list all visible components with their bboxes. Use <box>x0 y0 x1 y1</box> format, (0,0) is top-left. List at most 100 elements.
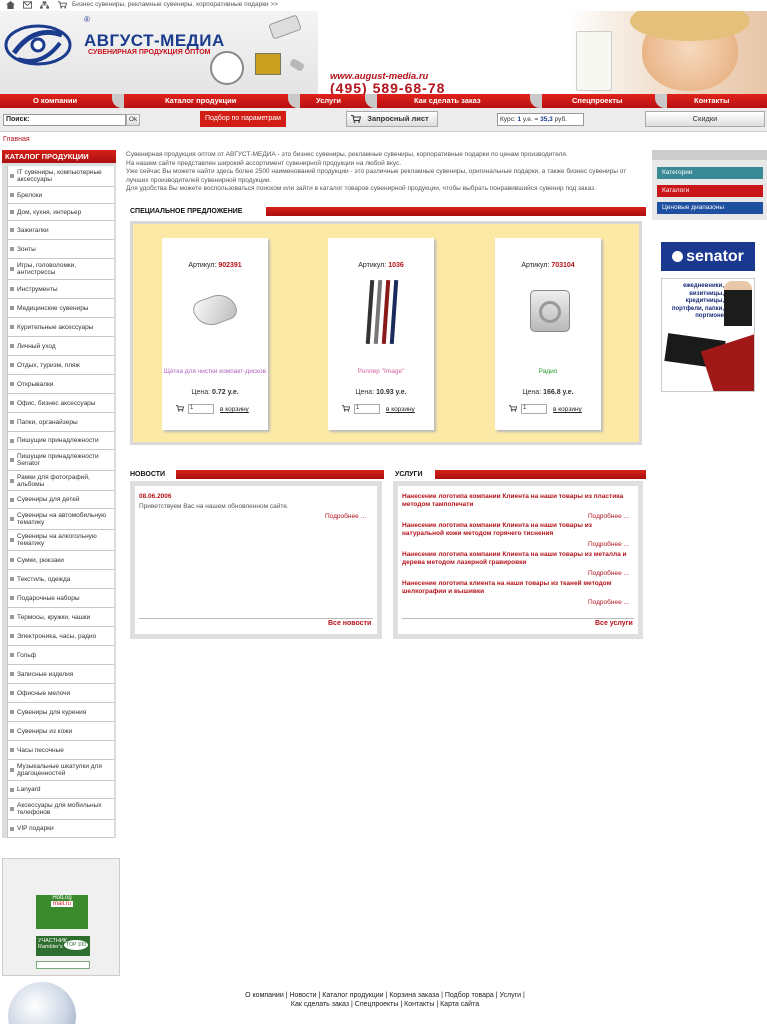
hotlog-counter[interactable]: HotLog mail.ru <box>36 895 88 929</box>
catalog-item[interactable]: Сувениры из кожи <box>7 722 114 741</box>
small-counter[interactable] <box>36 961 90 969</box>
catalog-item[interactable]: Подарочные наборы <box>7 589 114 608</box>
nav-how-to-order[interactable]: Как сделать заказ <box>414 96 481 105</box>
right-link-categories[interactable]: Категории <box>657 167 763 179</box>
rambler-counter[interactable]: УЧАСТНИК Rambler's TOP 100 <box>36 936 90 956</box>
catalog-item[interactable]: Lanyard <box>7 781 114 799</box>
catalog-item[interactable]: Аксессуары для мобильных телефонов <box>7 799 114 820</box>
news-more-link[interactable]: Подробнее ... <box>325 513 366 520</box>
footer-link[interactable]: Новости <box>289 992 316 999</box>
footer-link[interactable]: Корзина заказа <box>389 992 439 999</box>
nav-contacts[interactable]: Контакты <box>694 96 729 105</box>
catalog-item[interactable]: Пишущие принадлежности Senator <box>7 450 114 471</box>
catalog-item[interactable]: Офис, бизнес аксессуары <box>7 394 114 413</box>
product-card[interactable]: Артикул: 902391 Щетка для чистки компакт… <box>162 238 268 430</box>
catalog-item[interactable]: Термосы, кружки, чашки <box>7 608 114 627</box>
quantity-input[interactable]: 1 <box>188 404 214 414</box>
catalog-item[interactable]: VIP подарки <box>7 820 114 838</box>
catalog-item[interactable]: Сумки, рюкзаки <box>7 551 114 570</box>
footer-link[interactable]: Контакты <box>404 1001 434 1008</box>
catalog-item[interactable]: Сувениры на автомобильную тематику <box>7 509 114 530</box>
catalog-item[interactable]: Музыкальные шкатулки для драгоценностей <box>7 760 114 781</box>
footer-link[interactable]: Подбор товара <box>445 992 494 999</box>
product-name[interactable]: Щетка для чистки компакт-дисков <box>162 368 268 375</box>
footer-link[interactable]: О компании <box>245 992 284 999</box>
footer-link[interactable]: Как сделать заказ <box>291 1001 349 1008</box>
sitemap-icon[interactable] <box>40 1 49 9</box>
breadcrumb[interactable]: Главная <box>3 136 30 143</box>
catalog-item[interactable]: Записные изделия <box>7 665 114 684</box>
service-more-link[interactable]: Подробнее ... <box>588 513 629 520</box>
search-input[interactable]: Поиск: <box>3 114 126 126</box>
top-crumb-link[interactable]: Бизнес сувениры, рекламные сувениры, кор… <box>72 1 278 8</box>
mail-icon[interactable] <box>23 1 32 9</box>
bullet-icon <box>10 420 14 424</box>
quantity-input[interactable]: 1 <box>354 404 380 414</box>
catalog-item[interactable]: Часы песочные <box>7 741 114 760</box>
product-name[interactable]: Роллер "Image" <box>328 368 434 375</box>
logo-icon[interactable] <box>4 23 72 67</box>
catalog-item[interactable]: Личный уход <box>7 337 114 356</box>
quantity-input[interactable]: 1 <box>521 404 547 414</box>
catalog-item[interactable]: Медицинские сувениры <box>7 299 114 318</box>
footer-link[interactable]: Каталог продукции <box>322 992 383 999</box>
catalog-item[interactable]: Инструменты <box>7 280 114 299</box>
leather-goods-banner[interactable]: ежедневники, визитницы, кредитницы, порт… <box>661 278 755 392</box>
pens-image[interactable] <box>365 279 399 348</box>
filter-button[interactable]: Подбор по параметрам <box>200 111 286 127</box>
catalog-item[interactable]: Зажигалки <box>7 221 114 240</box>
request-list-button[interactable]: Запросный лист <box>346 111 438 127</box>
catalog-item[interactable]: Пишущие принадлежности <box>7 432 114 450</box>
radio-image[interactable] <box>530 290 570 332</box>
service-more-link[interactable]: Подробнее ... <box>588 541 629 548</box>
catalog-item[interactable]: IT сувениры, компьютерные аксессуары <box>7 166 114 187</box>
service-more-link[interactable]: Подробнее ... <box>588 570 629 577</box>
cd-brush-image[interactable] <box>190 289 240 331</box>
catalog-item[interactable]: Электроника, часы, радио <box>7 627 114 646</box>
catalog-item[interactable]: Рамки для фотографий, альбомы <box>7 471 114 491</box>
nav-services[interactable]: Услуги <box>316 96 341 105</box>
right-link-price-ranges[interactable]: Ценовые диапазоны <box>657 202 763 214</box>
service-item[interactable]: Нанесение логотипа компании Клиента на н… <box>402 493 632 509</box>
add-to-cart-link[interactable]: в корзину <box>220 406 249 413</box>
nav-about[interactable]: О компании <box>33 96 77 105</box>
service-item[interactable]: Нанесение логотипа компании Клиента на н… <box>402 551 632 567</box>
catalog-item[interactable]: Дом, кухня, интерьер <box>7 204 114 221</box>
all-news-link[interactable]: Все новости <box>328 620 371 627</box>
catalog-item[interactable]: Гольф <box>7 646 114 665</box>
service-more-link[interactable]: Подробнее ... <box>588 599 629 606</box>
catalog-item[interactable]: Курительные аксессуары <box>7 318 114 337</box>
senator-banner[interactable]: senator <box>661 242 755 271</box>
home-icon[interactable] <box>6 1 15 9</box>
nav-special-projects[interactable]: Спецпроекты <box>572 96 622 105</box>
right-link-catalogs[interactable]: Каталоги <box>657 185 763 197</box>
add-to-cart-link[interactable]: в корзину <box>553 406 582 413</box>
catalog-item[interactable]: Игры, головоломки, антистрессы <box>7 259 114 280</box>
footer-link[interactable]: Услуги <box>500 992 522 999</box>
nav-catalog[interactable]: Каталог продукции <box>165 96 236 105</box>
catalog-item[interactable]: Сувениры для курения <box>7 703 114 722</box>
catalog-item[interactable]: Сувениры на алкогольную тематику <box>7 530 114 551</box>
search-ok-button[interactable]: Ok <box>126 114 140 126</box>
product-card[interactable]: Артикул: 1036 Роллер "Image" Цена: 10.93… <box>328 238 434 430</box>
catalog-item[interactable]: Сувениры для детей <box>7 491 114 509</box>
footer-link[interactable]: Спецпроекты <box>355 1001 399 1008</box>
catalog-item[interactable]: Брелоки <box>7 187 114 204</box>
catalog-item[interactable]: Офисные мелочи <box>7 684 114 703</box>
catalog-item[interactable]: Отдых, туризм, пляж <box>7 356 114 375</box>
footer-link[interactable]: Карта сайта <box>440 1001 479 1008</box>
catalog-item[interactable]: Зонты <box>7 240 114 259</box>
bullet-icon <box>10 826 14 831</box>
service-item[interactable]: Нанесение логотипа клиента на наши товар… <box>402 580 632 596</box>
cart-icon[interactable] <box>58 1 67 9</box>
catalog-item[interactable]: Папки, органайзеры <box>7 413 114 432</box>
catalog-item[interactable]: Текстиль, одежда <box>7 570 114 589</box>
news-text[interactable]: Приветствуем Вас на нашем обновленном са… <box>139 503 289 510</box>
catalog-item[interactable]: Открывалки <box>7 375 114 394</box>
product-name[interactable]: Радио <box>495 368 601 375</box>
all-services-link[interactable]: Все услуги <box>595 620 633 627</box>
product-card[interactable]: Артикул: 703104 Радио Цена: 166.8 у.е. 1… <box>495 238 601 430</box>
add-to-cart-link[interactable]: в корзину <box>386 406 415 413</box>
discounts-button[interactable]: Скидки <box>645 111 765 127</box>
service-item[interactable]: Нанесение логотипа компании Клиента на н… <box>402 522 632 538</box>
